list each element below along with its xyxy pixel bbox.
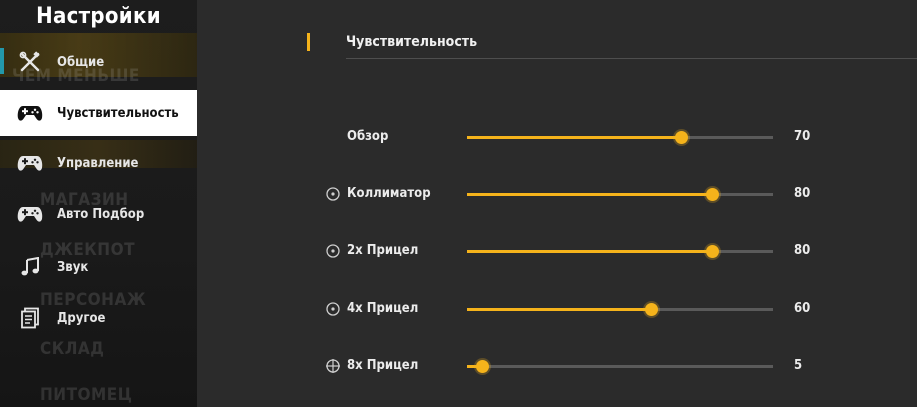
sidebar-item-auto-pickup[interactable]: Авто Подбор xyxy=(0,193,197,235)
slider-value: 5 xyxy=(794,358,803,373)
slider-track[interactable] xyxy=(467,188,773,201)
slider-label: Обзор xyxy=(347,129,389,144)
music-note-icon xyxy=(17,256,43,278)
slider-track[interactable] xyxy=(467,303,773,316)
sidebar-item-label: Авто Подбор xyxy=(57,206,145,222)
slider-value: 60 xyxy=(794,301,811,316)
slider-value: 80 xyxy=(794,186,811,201)
slider-thumb[interactable] xyxy=(644,303,658,316)
slider-row-scope-4x: 4x Прицел 60 xyxy=(197,299,917,319)
background-text: ПИТОМЕЦ xyxy=(40,385,133,405)
sidebar-item-general[interactable]: Общие xyxy=(0,41,197,83)
settings-title: Настройки xyxy=(36,4,161,29)
slider-label: 2x Прицел xyxy=(347,243,419,258)
slider-fill xyxy=(467,250,712,253)
slider-row-overview: Обзор 70 xyxy=(197,127,917,147)
gamepad-icon xyxy=(17,102,43,124)
scope-4x-icon xyxy=(324,300,342,318)
section-title: Чувствительность xyxy=(346,34,478,50)
gamepad-icon xyxy=(17,152,43,174)
sidebar-item-label: Другое xyxy=(57,310,106,326)
section-accent-bar xyxy=(307,33,310,51)
section-divider xyxy=(346,58,917,59)
sidebar: ЧЕМ МЕНЬШЕ МАГАЗИН ДЖЕКПОТ ПЕРСОНАЖ СКЛА… xyxy=(0,0,197,407)
slider-row-scope-2x: 2x Прицел 80 xyxy=(197,241,917,261)
sidebar-item-sensitivity[interactable]: Чувствительность xyxy=(0,90,197,136)
slider-label: 4x Прицел xyxy=(347,301,419,316)
slider-track[interactable] xyxy=(467,360,773,373)
slider-value: 70 xyxy=(794,129,811,144)
sidebar-item-sound[interactable]: Звук xyxy=(0,246,197,288)
background-text: СКЛАД xyxy=(40,339,105,359)
sidebar-item-controls[interactable]: Управление xyxy=(0,142,197,184)
slider-fill xyxy=(467,136,682,139)
crosshair-icon xyxy=(324,357,342,375)
slider-thumb[interactable] xyxy=(705,188,719,201)
sidebar-item-label: Чувствительность xyxy=(57,105,179,121)
scope-2x-icon xyxy=(324,242,342,260)
slider-value: 80 xyxy=(794,243,811,258)
sidebar-item-label: Общие xyxy=(57,54,105,70)
gamepad-icon xyxy=(17,203,43,225)
slider-fill xyxy=(467,193,712,196)
slider-thumb[interactable] xyxy=(675,131,689,144)
slider-row-collimator: Коллиматор 80 xyxy=(197,184,917,204)
sidebar-item-label: Звук xyxy=(57,259,89,275)
document-icon xyxy=(17,307,43,329)
slider-label: 8x Прицел xyxy=(347,358,419,373)
settings-panel: Чувствительность Обзор 70 Коллиматор 80 … xyxy=(197,0,917,407)
slider-thumb[interactable] xyxy=(476,360,490,373)
slider-track[interactable] xyxy=(467,245,773,258)
tools-icon xyxy=(17,51,43,73)
slider-track[interactable] xyxy=(467,131,773,144)
sidebar-item-label: Управление xyxy=(57,155,139,171)
sidebar-item-other[interactable]: Другое xyxy=(0,297,197,339)
slider-label: Коллиматор xyxy=(347,186,431,201)
slider-row-scope-8x: 8x Прицел 5 xyxy=(197,356,917,376)
slider-fill xyxy=(467,308,651,311)
slider-thumb[interactable] xyxy=(705,245,719,258)
red-dot-sight-icon xyxy=(324,185,342,203)
